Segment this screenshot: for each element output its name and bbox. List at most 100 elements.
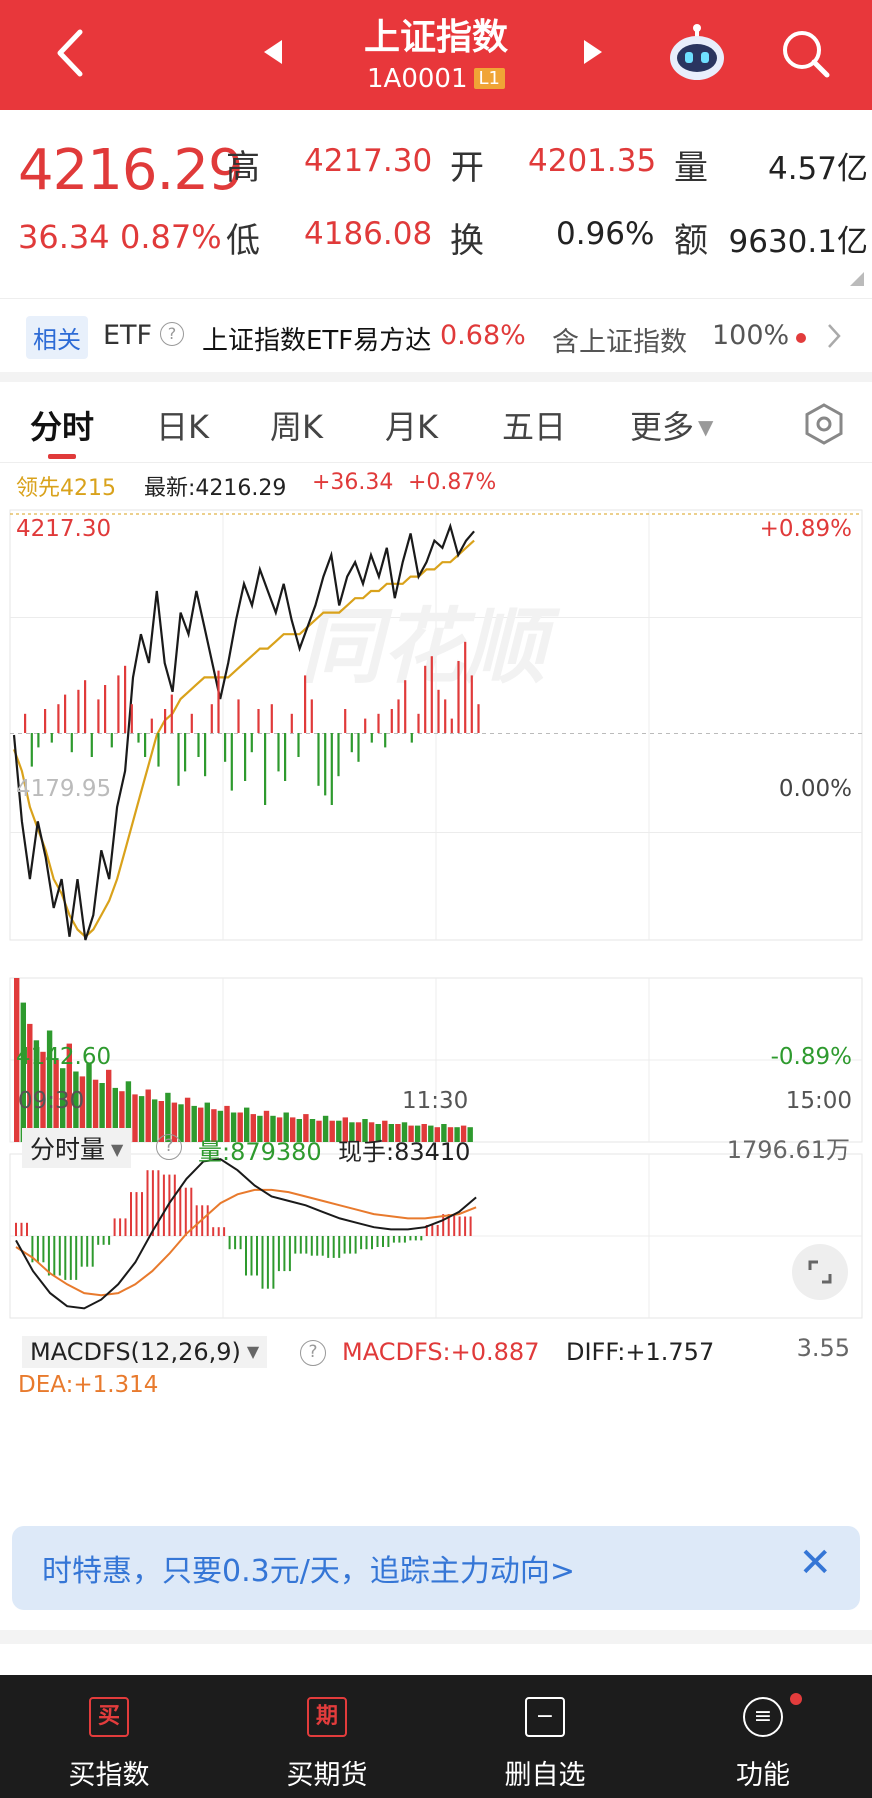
volume-bar	[184, 1097, 191, 1142]
buy-index-button[interactable]: 买 买指数	[0, 1675, 218, 1798]
remove-watchlist-button[interactable]: − 删自选	[436, 1675, 654, 1798]
volume-total: 量:879380	[198, 1138, 322, 1166]
notice-dot	[790, 1693, 802, 1705]
volume-help-icon[interactable]: ?	[156, 1134, 182, 1160]
tab-monthly-k[interactable]: 月K	[385, 402, 438, 448]
flow-bar	[84, 680, 87, 733]
flow-bar	[184, 733, 187, 772]
stock-code: 1A0001 L1	[0, 64, 872, 94]
volume-selector[interactable]: 分时量 ▼	[22, 1128, 132, 1168]
flow-bar	[410, 733, 413, 743]
flow-bar	[424, 665, 427, 733]
dropdown-triangle-icon: ▼	[246, 1342, 260, 1361]
bottom-pct-label: -0.89%	[770, 1044, 852, 1070]
flow-bar	[77, 689, 80, 733]
tab-weekly-k[interactable]: 周K	[270, 402, 323, 448]
tab-daily-k[interactable]: 日K	[156, 402, 209, 448]
minus-box-icon: −	[525, 1697, 565, 1737]
flow-bar	[44, 709, 47, 733]
section-gap	[0, 372, 872, 382]
flow-bar	[310, 699, 313, 733]
flow-bar	[104, 685, 107, 733]
dropdown-triangle-icon: ▼	[698, 415, 714, 439]
time-start: 09:30	[18, 1088, 85, 1114]
buy-icon: 买	[89, 1697, 129, 1737]
nav-label: 买指数	[68, 1760, 150, 1791]
time-end: 15:00	[785, 1088, 852, 1114]
volume-bar	[138, 1096, 145, 1142]
volume-bar	[178, 1104, 184, 1142]
flow-bar	[370, 733, 373, 743]
leader-label: 领先4215	[16, 476, 116, 501]
flow-bar	[464, 641, 467, 733]
watermark: 同花顺	[300, 600, 561, 695]
next-stock-icon[interactable]	[582, 38, 604, 66]
high-value: 4217.30	[304, 143, 433, 179]
flow-bar	[297, 733, 300, 757]
time-mid: 11:30	[402, 1088, 469, 1114]
current-price: 4216.29	[18, 138, 244, 203]
search-icon[interactable]	[780, 28, 832, 80]
flow-bar	[290, 713, 293, 733]
volume-bar	[191, 1105, 197, 1142]
volume-max: 1796.61万	[726, 1136, 850, 1164]
flow-bar	[257, 709, 260, 733]
promo-banner[interactable]: 时特惠，只要0.3元/天，追踪主力动向> ✕	[12, 1526, 860, 1610]
flow-bar	[177, 733, 180, 786]
promo-text: 时特惠，只要0.3元/天，追踪主力动向>	[42, 1554, 575, 1589]
flow-bar	[97, 699, 100, 733]
close-icon[interactable]: ✕	[798, 1540, 832, 1586]
mid-pct-label: 0.00%	[778, 776, 852, 802]
flow-bar	[217, 670, 220, 733]
volume-value: 4.57亿	[767, 151, 868, 187]
flow-bar	[197, 733, 200, 757]
bottom-nav: 买 买指数 期 买期货 − 删自选 ≡ 功能	[0, 1675, 872, 1798]
amount-label: 额	[674, 221, 708, 261]
section-gap	[0, 1630, 872, 1644]
tab-more-label: 更多	[630, 408, 695, 446]
volume-hand: 现手:83410	[338, 1138, 471, 1166]
settings-icon[interactable]	[802, 402, 846, 446]
flow-bar	[164, 709, 167, 733]
flow-bar	[157, 733, 160, 767]
open-label: 开	[450, 148, 484, 188]
tab-intraday[interactable]: 分时	[30, 402, 94, 448]
flow-bar	[250, 733, 253, 753]
etf-help-icon[interactable]: ?	[160, 322, 184, 346]
top-pct-label: +0.89%	[759, 516, 852, 542]
volume-label: 量	[674, 148, 708, 188]
flow-bar	[117, 675, 120, 733]
volume-bar	[27, 1023, 33, 1142]
dropdown-triangle-icon: ▼	[111, 1140, 124, 1159]
flow-bar	[70, 733, 73, 753]
fullscreen-button[interactable]	[792, 1244, 848, 1300]
macd-help-icon[interactable]: ?	[300, 1340, 326, 1366]
flow-bar	[317, 733, 320, 786]
tab-five-day[interactable]: 五日	[502, 402, 566, 448]
mid-price-label: 4179.95	[16, 776, 112, 802]
tab-more[interactable]: 更多 ▼	[630, 402, 713, 448]
turnover-label: 换	[450, 221, 484, 261]
flow-bar	[330, 733, 333, 805]
top-price-label: 4217.30	[16, 516, 112, 542]
change-value: 36.34	[18, 218, 110, 256]
futures-icon: 期	[307, 1697, 347, 1737]
flow-bar	[137, 733, 140, 743]
related-etf-row[interactable]: 相关 ETF ? 上证指数ETF易方达 0.68% 含上证指数 100%	[0, 306, 872, 368]
fullscreen-icon	[808, 1260, 832, 1284]
flow-bar	[204, 733, 207, 777]
expand-corner-icon[interactable]	[850, 272, 864, 286]
macd-layer	[15, 1158, 477, 1310]
functions-button[interactable]: ≡ 功能	[654, 1675, 872, 1798]
chevron-right-icon[interactable]	[826, 322, 842, 350]
flow-bar	[270, 704, 273, 733]
robot-assistant-icon[interactable]	[666, 22, 728, 84]
menu-circle-icon: ≡	[743, 1697, 783, 1737]
flow-bar	[404, 680, 407, 733]
flow-bar	[417, 713, 420, 733]
buy-futures-button[interactable]: 期 买期货	[218, 1675, 436, 1798]
flow-bar	[224, 733, 227, 762]
diff-line	[15, 1158, 477, 1310]
macd-selector[interactable]: MACDFS(12,26,9) ▼	[22, 1336, 268, 1368]
flow-bar	[190, 713, 193, 733]
